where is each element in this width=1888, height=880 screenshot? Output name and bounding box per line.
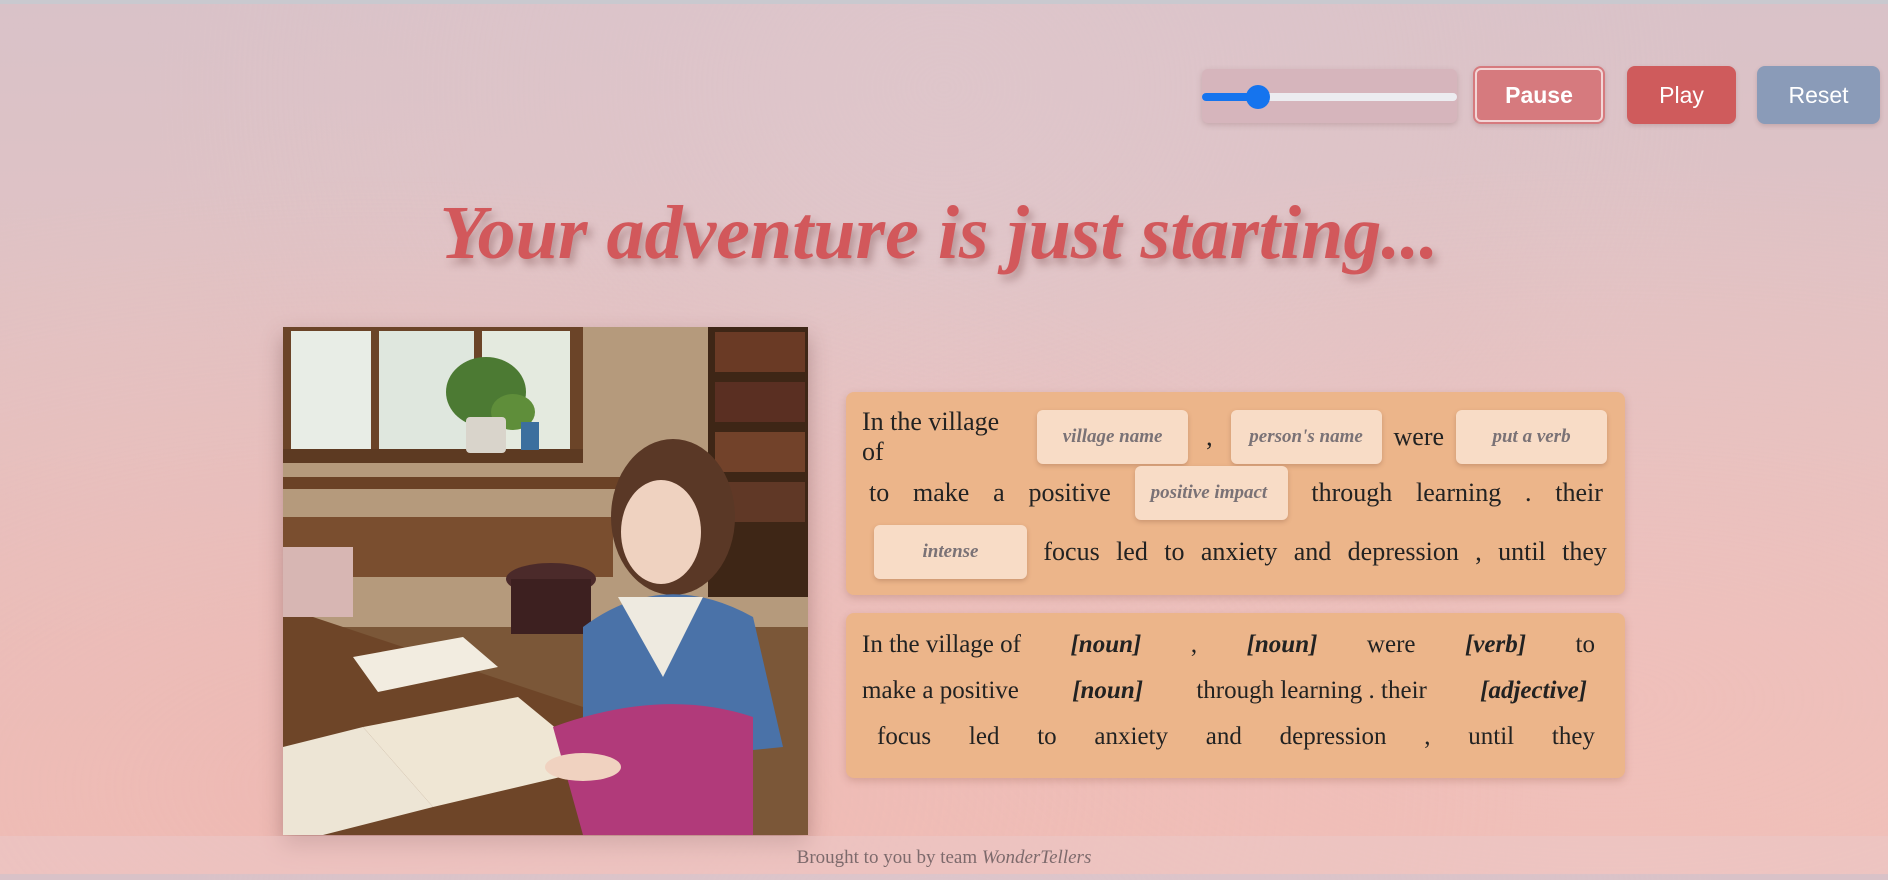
template-text: and (1205, 723, 1242, 750)
verb-input[interactable]: put a verb (1456, 410, 1607, 464)
verb-blank: [verb] (1464, 631, 1527, 658)
slider-thumb[interactable] (1246, 85, 1271, 109)
template-text: , (1424, 723, 1431, 750)
story-text: , (1206, 422, 1213, 451)
story-text: . (1524, 478, 1532, 507)
story-text: through (1311, 478, 1393, 507)
team-name: WonderTellers (981, 847, 1092, 868)
story-text: and (1293, 537, 1332, 566)
template-text: , (1190, 631, 1198, 658)
story-text: make (913, 478, 970, 507)
story-text: depression (1347, 537, 1459, 566)
noun-blank: [noun] (1246, 631, 1318, 658)
page-title: Your adventure is just starting... (439, 191, 1439, 275)
reset-button[interactable]: Reset (1757, 66, 1880, 124)
template-text: anxiety (1094, 723, 1168, 750)
pause-button[interactable]: Pause (1473, 66, 1605, 124)
story-illustration (283, 327, 808, 835)
top-border (0, 0, 1888, 4)
template-text: to (1037, 723, 1057, 750)
adjective-input[interactable]: intense (874, 525, 1027, 579)
template-text: In the village of (862, 631, 1021, 658)
story-text: to (1164, 537, 1185, 566)
story-text: their (1555, 478, 1603, 507)
template-text: through learning . their (1196, 677, 1427, 704)
story-text: to (869, 478, 890, 507)
story-text: led (1116, 537, 1148, 566)
story-text: they (1562, 537, 1607, 566)
noun-blank: [noun] (1070, 631, 1142, 658)
story-text: anxiety (1200, 537, 1278, 566)
template-text: were (1366, 631, 1416, 658)
footer-text: Brought to you by team (796, 847, 978, 868)
positive-impact-input[interactable]: positive impact (1134, 466, 1288, 520)
village-name-input[interactable]: village name (1037, 410, 1189, 464)
adjective-blank: [adjective] (1480, 677, 1587, 704)
story-text: learning (1416, 478, 1502, 507)
story-text: focus (1043, 537, 1100, 566)
story-text: were (1393, 422, 1445, 451)
template-text: make a positive (862, 677, 1019, 704)
story-input-card: In the village of village name , person'… (846, 392, 1625, 595)
story-text: positive (1028, 478, 1111, 507)
template-text: they (1551, 723, 1595, 750)
story-text: until (1498, 537, 1546, 566)
footer: Brought to you by team WonderTellers (0, 836, 1888, 874)
story-text: , (1475, 537, 1482, 566)
template-text: to (1575, 631, 1595, 658)
person-name-input[interactable]: person's name (1230, 410, 1382, 464)
template-text: depression (1279, 723, 1387, 750)
template-text: until (1468, 723, 1515, 750)
template-text: focus (877, 723, 932, 750)
story-text: In the village of (862, 407, 1000, 466)
play-button[interactable]: Play (1627, 66, 1736, 124)
noun-blank: [noun] (1072, 677, 1144, 704)
story-text: a (993, 478, 1005, 507)
template-text: led (968, 723, 1000, 750)
speed-slider[interactable] (1202, 69, 1457, 123)
story-template-card: In the village of [noun] , [noun] were [… (846, 613, 1625, 778)
